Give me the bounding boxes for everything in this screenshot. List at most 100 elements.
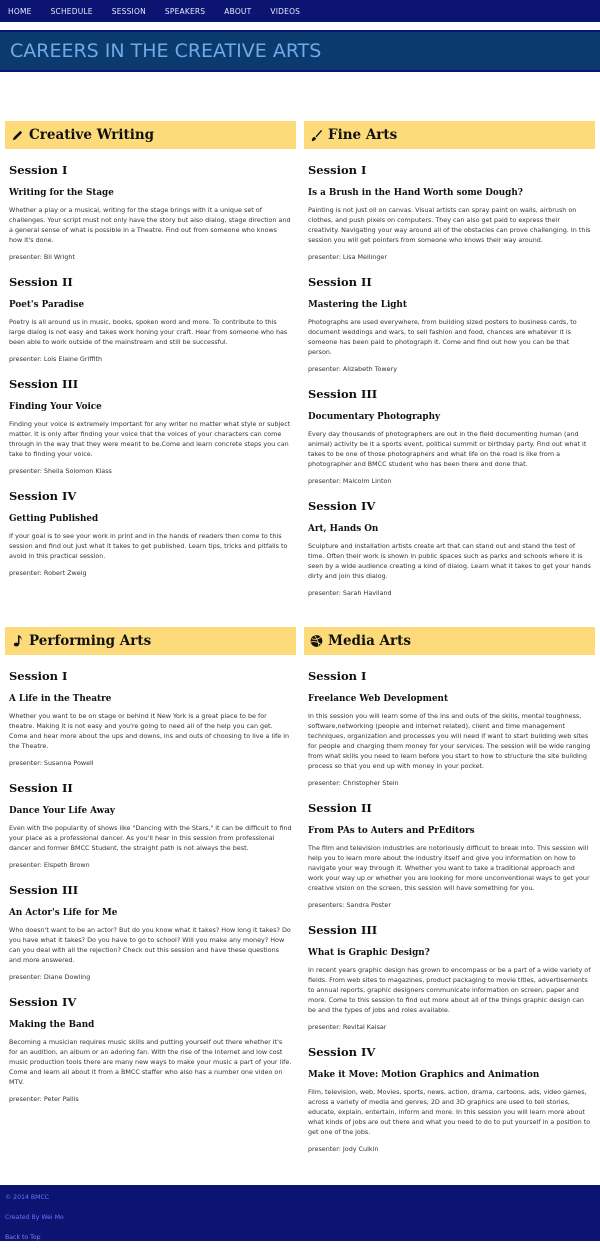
session-description: Who doesn't want to be an actor? But do … — [9, 926, 291, 964]
session-block: Session IV Making the Band Becoming a mu… — [5, 995, 296, 1103]
session-description: In recent years graphic design has grown… — [308, 966, 591, 1014]
session-description: Becoming a musician requires music skill… — [9, 1038, 292, 1086]
session-number: Session III — [308, 923, 378, 937]
session-number: Session II — [308, 801, 372, 815]
pencil-icon — [11, 129, 24, 142]
session-presenter: presenter: Elspeth Brown — [9, 861, 90, 869]
session-block: Session IV Make it Move: Motion Graphics… — [304, 1045, 595, 1153]
copyright-text: © 2014 BMCC — [5, 1194, 50, 1201]
category-title: Creative Writing — [29, 127, 155, 143]
category-header: Creative Writing — [5, 121, 296, 149]
session-presenter: presenter: Revital Kaisar — [308, 1023, 387, 1031]
session-number: Session II — [9, 275, 73, 289]
nav-schedule[interactable]: SCHEDULE — [51, 7, 93, 16]
session-title: Freelance Web Development — [308, 694, 449, 704]
session-presenter: presenter: Jody Culkin — [308, 1145, 379, 1153]
session-title: A Life in the Theatre — [9, 694, 112, 704]
session-number: Session III — [9, 883, 79, 897]
category-header: Performing Arts — [5, 627, 296, 655]
session-presenter: presenter: Robert Zweig — [9, 569, 87, 577]
category-title: Fine Arts — [328, 127, 398, 143]
session-presenter: presenter: Peter Pallis — [9, 1095, 79, 1103]
category-fine-arts: Fine Arts Session I Is a Brush in the Ha… — [304, 121, 595, 607]
dribbble-icon — [310, 635, 323, 648]
session-description: The film and television industries are n… — [308, 844, 590, 892]
category-performing-arts: Performing Arts Session I A Life in the … — [5, 627, 296, 1163]
hero-banner: CAREERS IN THE CREATIVE ARTS — [0, 30, 600, 72]
session-number: Session IV — [9, 995, 77, 1009]
session-description: Sculpture and installation artists creat… — [308, 542, 591, 580]
session-title: Make it Move: Motion Graphics and Animat… — [308, 1070, 540, 1080]
session-block: Session II Poet's Paradise Poetry is all… — [5, 275, 296, 363]
session-number: Session III — [308, 387, 378, 401]
session-title: Poet's Paradise — [9, 300, 85, 310]
session-title: Writing for the Stage — [9, 188, 114, 198]
session-title: Finding Your Voice — [9, 402, 102, 412]
session-title: Mastering the Light — [308, 300, 407, 310]
session-presenter: presenter: Bil Wright — [9, 253, 75, 261]
category-creative-writing: Creative Writing Session I Writing for t… — [5, 121, 296, 607]
session-presenter: presenter: Lisa Mellinger — [308, 253, 387, 261]
session-description: Whether you want to be on stage or behin… — [9, 712, 290, 750]
session-number: Session I — [9, 163, 68, 177]
top-nav: HOME SCHEDULE SESSION SPEAKERS ABOUT VID… — [0, 0, 600, 22]
session-title: From PAs to Auters and PrEditors — [308, 826, 475, 836]
nav-speakers[interactable]: SPEAKERS — [165, 7, 205, 16]
session-title: Documentary Photography — [308, 412, 441, 422]
session-description: If your goal is to see your work in prin… — [9, 532, 288, 560]
session-description: Whether a play or a musical, writing for… — [9, 206, 291, 244]
footer: © 2014 BMCC Created By Wei Mo Back to To… — [0, 1185, 600, 1241]
session-description: Finding your voice is extremely importan… — [9, 420, 291, 458]
session-presenter: presenter: Lois Elaine Griffith — [9, 355, 103, 363]
nav-about[interactable]: ABOUT — [224, 7, 251, 16]
session-block: Session I Is a Brush in the Hand Worth s… — [304, 163, 595, 261]
category-row: Performing Arts Session I A Life in the … — [0, 627, 600, 1163]
nav-home[interactable]: HOME — [8, 7, 32, 16]
session-number: Session IV — [308, 1045, 376, 1059]
back-to-top-link[interactable]: Back to Top — [5, 1228, 595, 1248]
session-description: Every day thousands of photographers are… — [308, 430, 587, 468]
credit-text: Created By Wei Mo — [5, 1214, 64, 1221]
session-block: Session III An Actor's Life for Me Who d… — [5, 883, 296, 981]
session-block: Session III Finding Your Voice Finding y… — [5, 377, 296, 475]
session-description: Even with the popularity of shows like "… — [9, 824, 292, 852]
session-number: Session II — [9, 781, 73, 795]
session-block: Session II Mastering the Light Photograp… — [304, 275, 595, 373]
session-description: Poetry is all around us in music, books,… — [9, 318, 288, 346]
session-number: Session I — [308, 163, 367, 177]
paintbrush-icon — [310, 129, 323, 142]
session-presenter: presenters: Sandra Poster — [308, 901, 391, 909]
session-title: Making the Band — [9, 1020, 95, 1030]
category-header: Media Arts — [304, 627, 595, 655]
session-block: Session I Writing for the Stage Whether … — [5, 163, 296, 261]
nav-session[interactable]: SESSION — [112, 7, 146, 16]
music-note-icon — [11, 635, 24, 648]
session-block: Session IV Art, Hands On Sculpture and i… — [304, 499, 595, 597]
session-block: Session I A Life in the Theatre Whether … — [5, 669, 296, 767]
session-presenter: presenter: Sheila Solomon Klass — [9, 467, 112, 475]
session-block: Session II Dance Your Life Away Even wit… — [5, 781, 296, 869]
session-number: Session I — [308, 669, 367, 683]
session-block: Session I Freelance Web Development In t… — [304, 669, 595, 787]
session-title: Dance Your Life Away — [9, 806, 116, 816]
session-number: Session I — [9, 669, 68, 683]
nav-videos[interactable]: VIDEOS — [270, 7, 300, 16]
session-description: In this session you will learn some of t… — [308, 712, 591, 770]
session-title: Getting Published — [9, 514, 99, 524]
session-presenter: presenter: Sarah Haviland — [308, 589, 392, 597]
session-number: Session IV — [308, 499, 376, 513]
session-title: An Actor's Life for Me — [9, 908, 118, 918]
session-description: Painting is not just oil on canvas. Visu… — [308, 206, 591, 244]
category-media-arts: Media Arts Session I Freelance Web Devel… — [304, 627, 595, 1163]
session-number: Session III — [9, 377, 79, 391]
session-block: Session III Documentary Photography Ever… — [304, 387, 595, 485]
session-block: Session III What is Graphic Design? In r… — [304, 923, 595, 1031]
session-title: What is Graphic Design? — [308, 948, 430, 958]
session-number: Session II — [308, 275, 372, 289]
page-title: CAREERS IN THE CREATIVE ARTS — [10, 40, 322, 62]
category-header: Fine Arts — [304, 121, 595, 149]
session-number: Session IV — [9, 489, 77, 503]
category-title: Media Arts — [328, 633, 411, 649]
session-presenter: presenter: Susanna Powell — [9, 759, 94, 767]
session-presenter: presenter: Christopher Stein — [308, 779, 399, 787]
